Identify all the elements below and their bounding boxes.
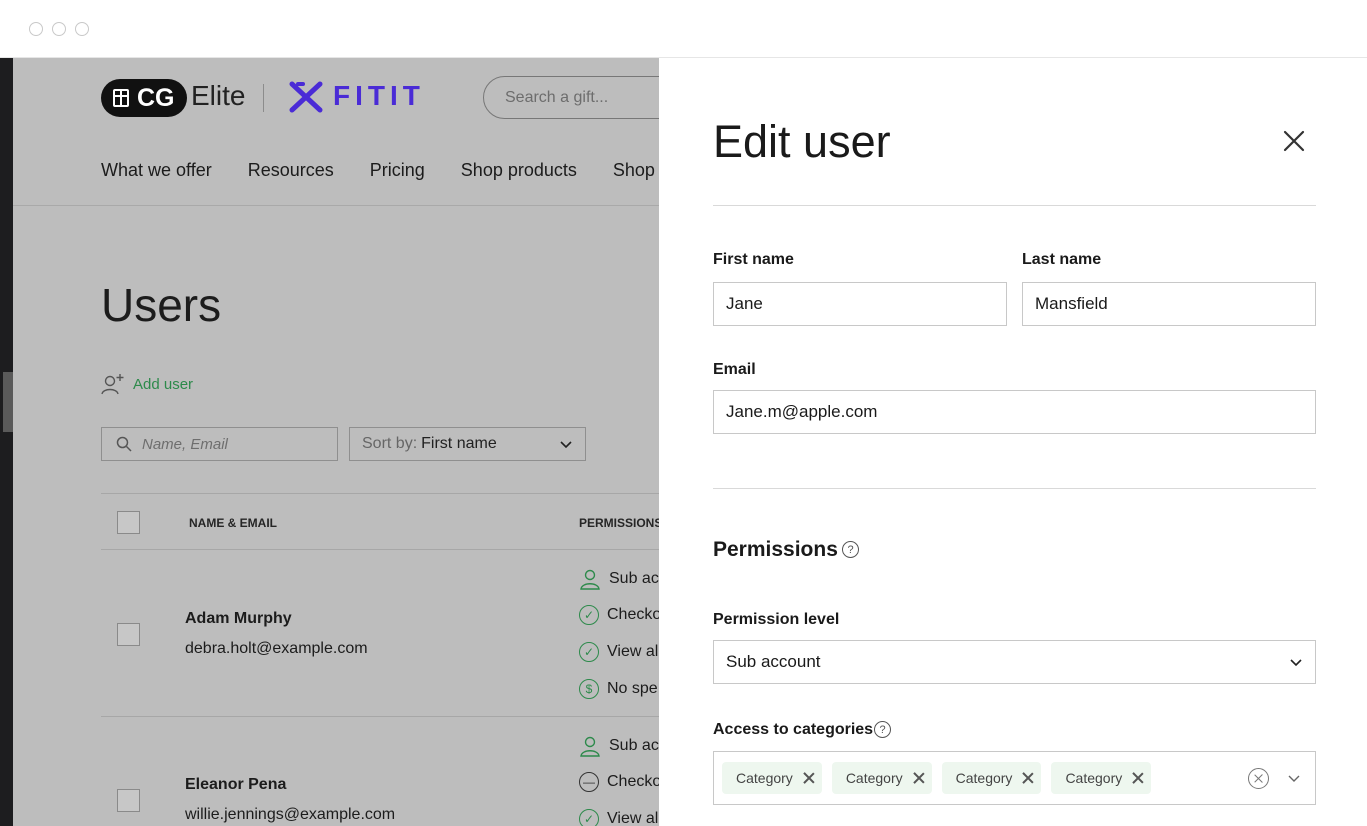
window-close-dot[interactable]: [29, 22, 43, 36]
nav-shop-by[interactable]: Shop by: [613, 160, 659, 181]
categories-label: Access to categories: [713, 721, 874, 738]
logo-cg-text: CG: [137, 83, 175, 112]
site-nav: What we offer Resources Pricing Shop pro…: [101, 160, 659, 181]
check-circle-icon: ✓: [579, 605, 599, 625]
chip-label: Category: [845, 770, 903, 786]
permission-item: ✓ View al: [579, 809, 658, 826]
last-name-label: Last name: [1022, 251, 1102, 268]
category-chip: Category: [1051, 762, 1152, 794]
help-circle-icon[interactable]: ?: [842, 541, 859, 558]
permission-item: $ No spe: [579, 679, 658, 699]
user-name[interactable]: Adam Murphy: [185, 610, 292, 628]
nav-pricing[interactable]: Pricing: [370, 160, 425, 181]
user-icon: [580, 736, 600, 757]
permission-level-select[interactable]: Sub account: [713, 640, 1316, 684]
table-row: Eleanor Pena willie.jennings@example.com…: [101, 718, 659, 826]
permission-item: ✓ View al: [579, 642, 658, 662]
check-circle-icon: ✓: [579, 809, 599, 826]
dollar-circle-icon: $: [579, 679, 599, 699]
add-user-button[interactable]: Add user: [101, 372, 193, 396]
row-checkbox[interactable]: [117, 789, 140, 812]
logo-elite-text: Elite: [191, 80, 246, 111]
chevron-down-icon[interactable]: [1287, 771, 1301, 785]
filter-placeholder: Name, Email: [142, 435, 228, 453]
nav-shop-products[interactable]: Shop products: [461, 160, 577, 181]
permission-item: ✓ Checko: [579, 605, 659, 625]
divider: [713, 488, 1316, 489]
gift-icon: [113, 89, 129, 107]
category-chip: Category: [722, 762, 822, 794]
permission-level-value: Sub account: [726, 652, 821, 671]
chip-label: Category: [1065, 770, 1123, 786]
row-checkbox[interactable]: [117, 623, 140, 646]
page-title: Users: [101, 279, 222, 331]
select-all-checkbox[interactable]: [117, 511, 140, 534]
logo-divider: [263, 84, 264, 112]
edit-user-drawer: Edit user First name Last name Email Per…: [659, 58, 1367, 826]
email-field[interactable]: [713, 390, 1316, 434]
add-user-icon: [101, 374, 124, 395]
user-filter-input[interactable]: Name, Email: [101, 427, 338, 461]
chevron-down-icon: [1290, 659, 1302, 667]
background-page: CG Elite FITIT Search a gift... What we …: [13, 58, 659, 826]
permission-text: Checko: [607, 606, 659, 623]
header-name-email: NAME & EMAIL: [189, 516, 277, 530]
header-permissions: PERMISSIONS: [579, 516, 659, 530]
email-label: Email: [713, 361, 756, 378]
help-circle-icon[interactable]: ?: [874, 721, 891, 738]
remove-chip-icon[interactable]: [913, 772, 925, 784]
permission-item: Sub acc: [579, 568, 659, 590]
sort-value: First name: [421, 435, 497, 452]
user-name[interactable]: Eleanor Pena: [185, 776, 286, 794]
sort-prefix: Sort by:: [362, 435, 418, 452]
site-header: CG Elite FITIT Search a gift... What we …: [13, 58, 659, 206]
minus-circle-icon: —: [579, 772, 599, 792]
permission-text: Checko: [607, 773, 659, 790]
permission-item: — Checko: [579, 772, 659, 792]
close-icon[interactable]: [1279, 126, 1309, 156]
permission-text: No spe: [607, 680, 658, 697]
last-name-field[interactable]: [1022, 282, 1316, 326]
permission-item: Sub acc: [579, 735, 659, 757]
permission-text: View al: [607, 810, 659, 826]
drawer-title: Edit user: [713, 116, 891, 167]
cg-logo[interactable]: CG: [101, 79, 187, 117]
first-name-label: First name: [713, 251, 794, 268]
site-search-input[interactable]: Search a gift...: [483, 76, 659, 119]
chip-label: Category: [955, 770, 1013, 786]
permission-text: Sub acc: [609, 570, 659, 587]
nav-resources[interactable]: Resources: [248, 160, 334, 181]
first-name-field[interactable]: [713, 282, 1007, 326]
remove-chip-icon[interactable]: [1132, 772, 1144, 784]
fitit-logo-text: FITIT: [333, 80, 425, 111]
fitit-logo-icon: [289, 81, 323, 113]
user-icon: [580, 569, 600, 590]
permission-text: View al: [607, 643, 659, 660]
remove-chip-icon[interactable]: [803, 772, 815, 784]
permission-text: Sub acc: [609, 737, 659, 754]
divider: [713, 205, 1316, 206]
user-email: willie.jennings@example.com: [185, 806, 396, 823]
permissions-heading: Permissions: [713, 538, 838, 561]
chip-label: Category: [736, 770, 793, 786]
add-user-label: Add user: [133, 375, 194, 393]
permission-level-label: Permission level: [713, 611, 840, 628]
clear-circle-icon[interactable]: [1248, 767, 1269, 789]
categories-multiselect[interactable]: Category Category Category Category: [713, 751, 1316, 805]
category-chip: Category: [941, 762, 1042, 794]
table-row: Adam Murphy debra.holt@example.com Sub a…: [101, 550, 659, 717]
nav-what-we-offer[interactable]: What we offer: [101, 160, 212, 181]
user-email: debra.holt@example.com: [185, 640, 368, 657]
left-edge-strip: [0, 58, 13, 826]
check-circle-icon: ✓: [579, 642, 599, 662]
window-minimize-dot[interactable]: [52, 22, 66, 36]
chevron-down-icon: [560, 441, 572, 449]
category-chip: Category: [831, 762, 932, 794]
search-icon: [116, 436, 132, 452]
sort-select[interactable]: Sort by: First name: [349, 427, 586, 461]
window-maximize-dot[interactable]: [75, 22, 89, 36]
table-header: NAME & EMAIL PERMISSIONS: [101, 493, 659, 550]
browser-chrome: [0, 0, 1367, 58]
remove-chip-icon[interactable]: [1022, 772, 1034, 784]
